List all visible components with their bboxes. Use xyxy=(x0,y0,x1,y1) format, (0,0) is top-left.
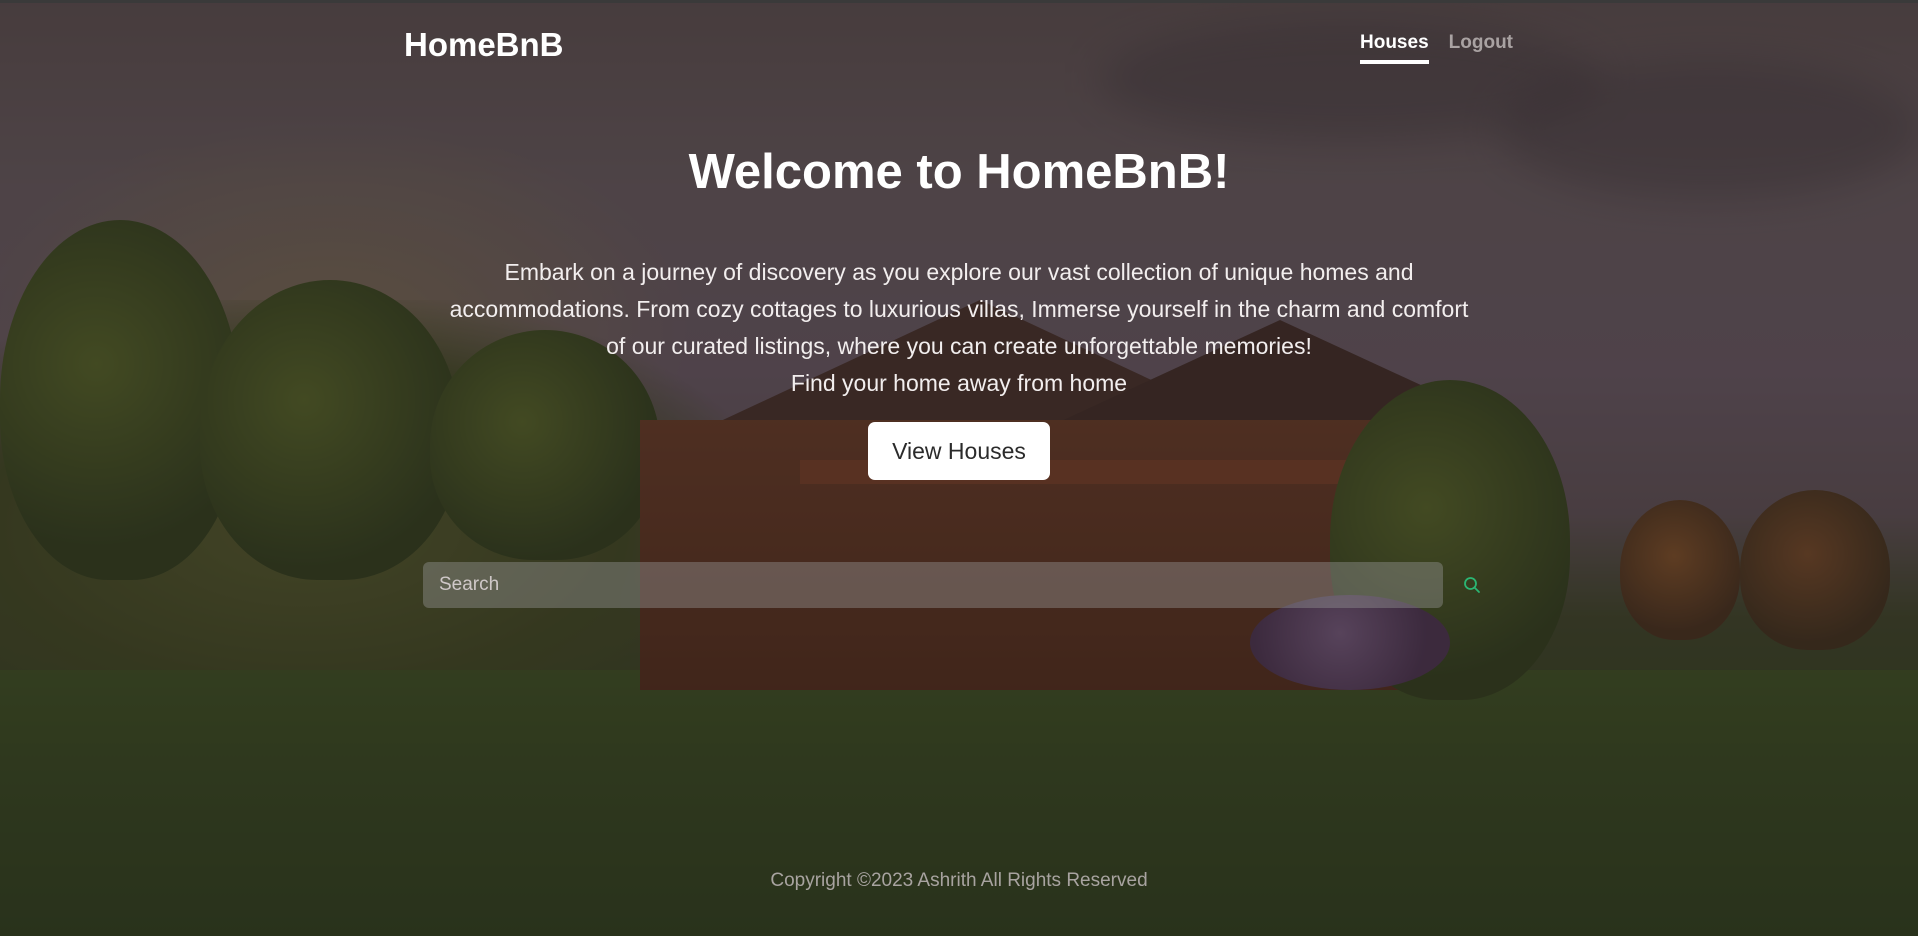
footer-copyright: Copyright ©2023 Ashrith All Rights Reser… xyxy=(770,870,1148,891)
hero-description-line: of our curated listings, where you can c… xyxy=(606,333,1312,359)
hero-description-line: Embark on a journey of discovery as you … xyxy=(504,259,1414,285)
search-bar xyxy=(423,562,1487,608)
brand-logo[interactable]: HomeBnB xyxy=(404,26,564,64)
nav-link-logout[interactable]: Logout xyxy=(1449,32,1513,64)
view-houses-button[interactable]: View Houses xyxy=(868,422,1050,480)
page: HomeBnB Houses Logout Welcome to HomeBnB… xyxy=(0,0,1918,936)
search-input[interactable] xyxy=(423,562,1443,608)
nav-links: Houses Logout xyxy=(1360,32,1513,64)
search-icon xyxy=(1464,577,1480,593)
hero-title: Welcome to HomeBnB! xyxy=(688,145,1230,199)
hero-description-line: accommodations. From cozy cottages to lu… xyxy=(449,296,1469,322)
hero-description: Embark on a journey of discovery as you … xyxy=(424,254,1494,402)
hero-tagline: Find your home away from home xyxy=(790,370,1128,396)
search-button[interactable] xyxy=(1457,570,1487,600)
window-top-border xyxy=(0,0,1918,3)
nav-link-houses[interactable]: Houses xyxy=(1360,32,1429,64)
